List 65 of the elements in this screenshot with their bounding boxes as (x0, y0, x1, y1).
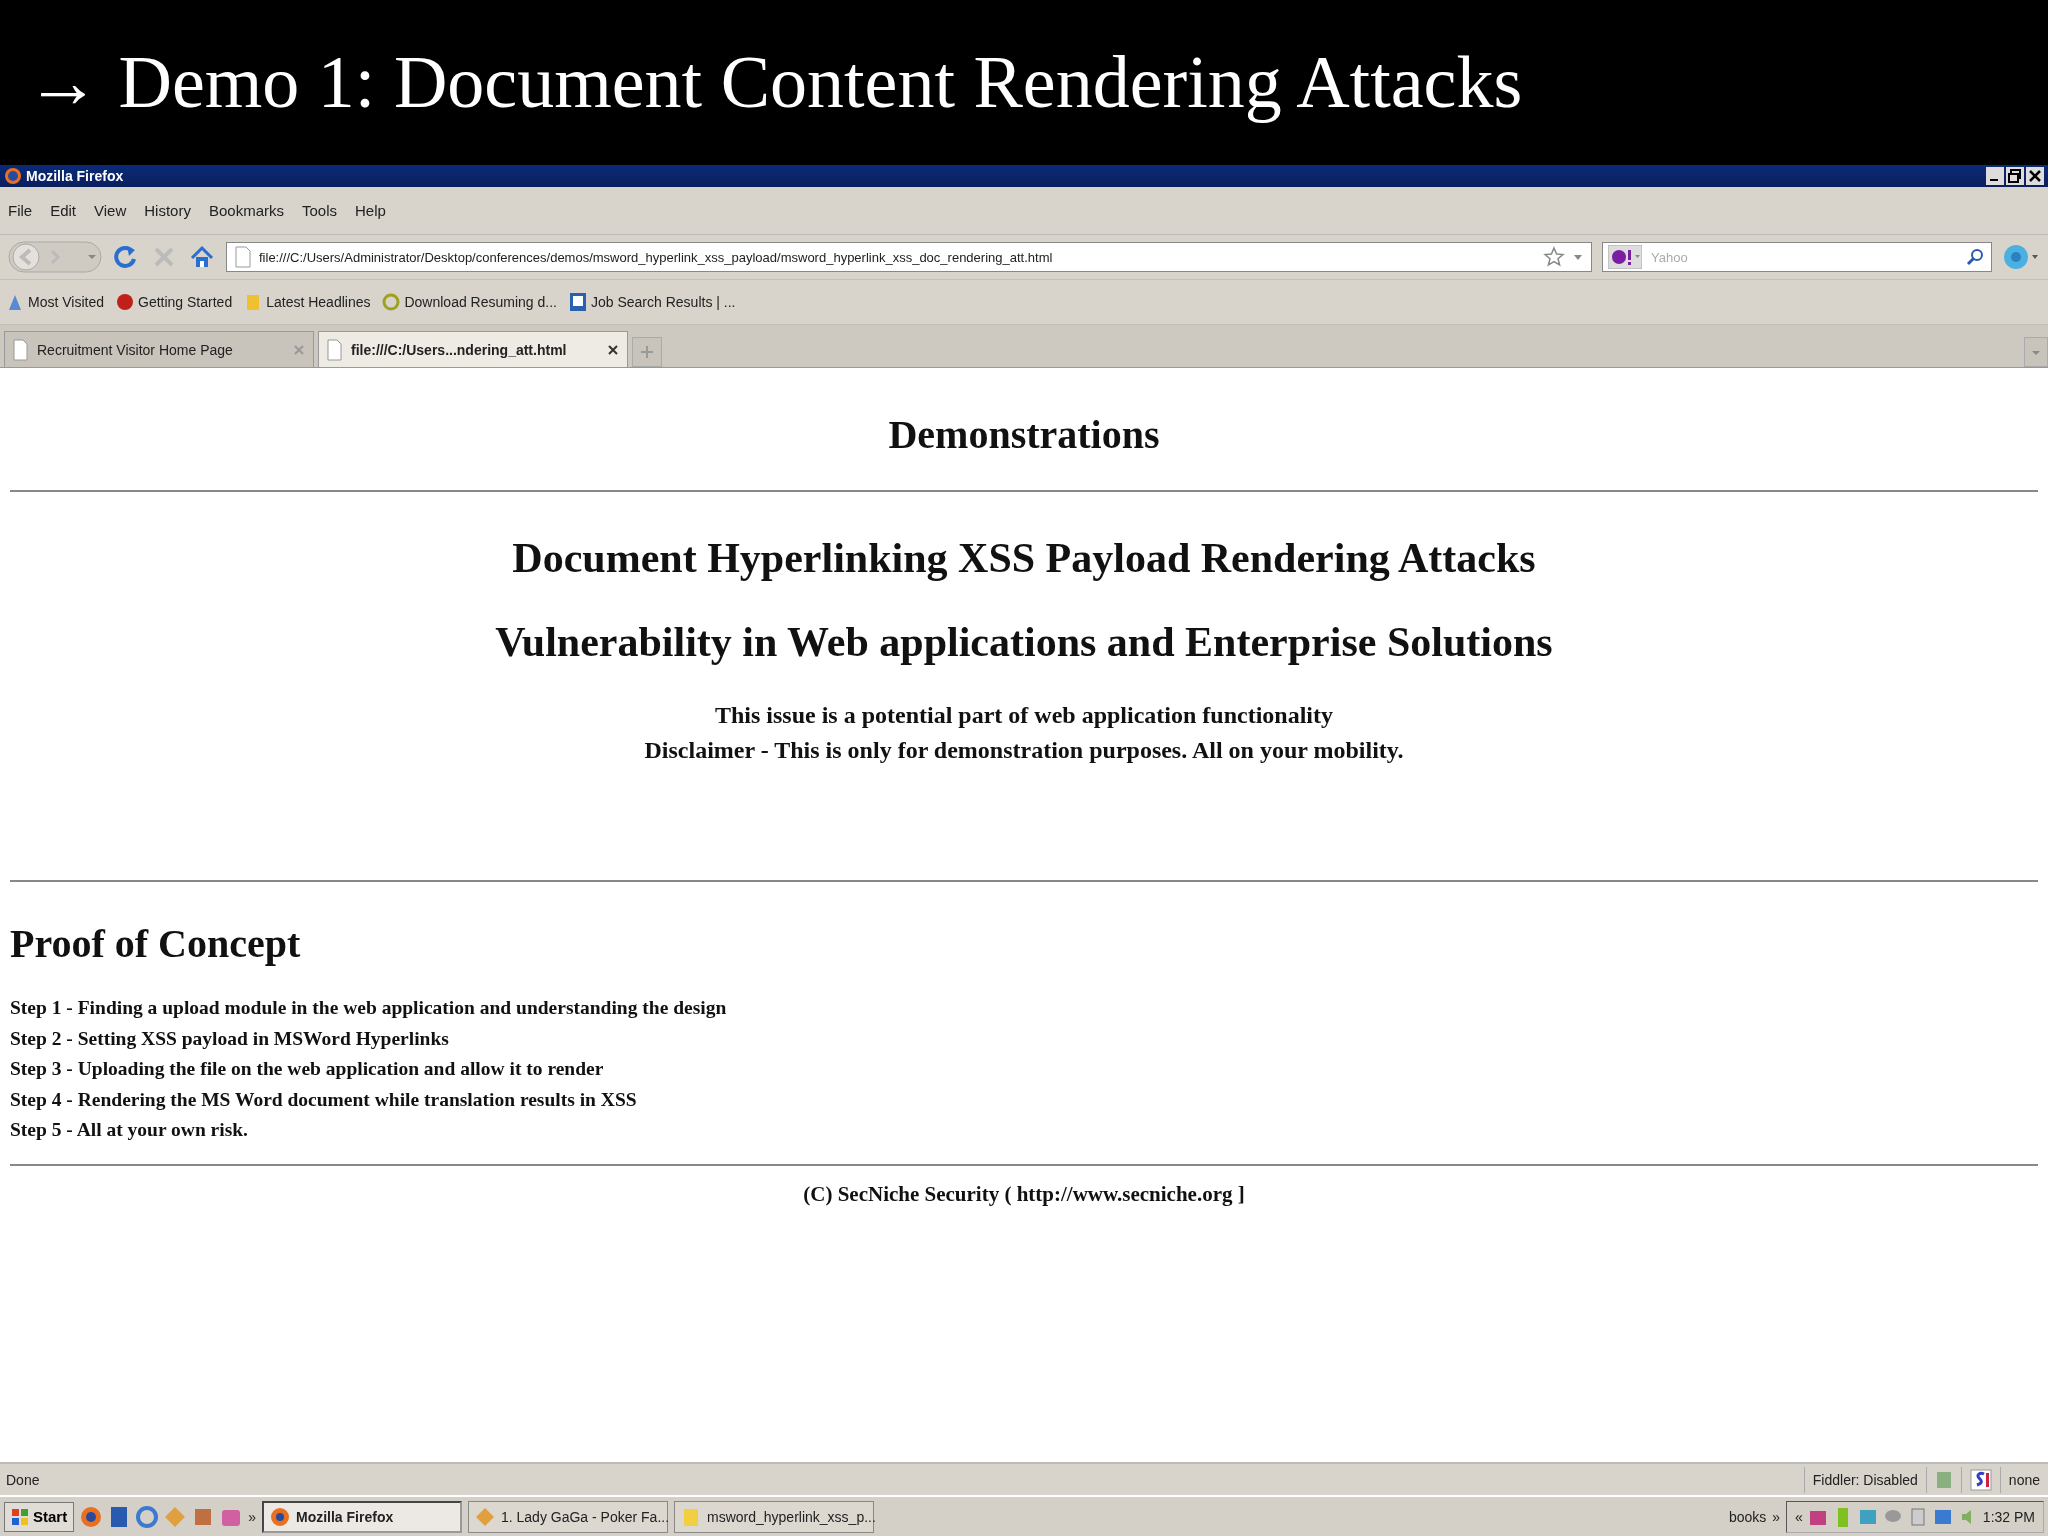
ring-icon (382, 292, 401, 312)
section-heading: Proof of Concept (10, 920, 302, 967)
window-title: Mozilla Firefox (26, 168, 125, 184)
menu-item[interactable]: Tools (302, 202, 337, 219)
menu-item[interactable]: File (8, 202, 33, 219)
bookmark-link[interactable]: Latest Headlines (244, 292, 371, 312)
step-text: Step 4 - Rendering the MS Word document while translation results in XSS (10, 1087, 638, 1112)
restore-icon[interactable] (2006, 167, 2024, 185)
step-text: Step 3 - Uploading the file on the web application and allow it to render (10, 1057, 605, 1081)
menu-item[interactable]: Help (355, 202, 386, 219)
status-panel: none (1999, 1466, 2048, 1493)
firefox-icon[interactable] (80, 1505, 103, 1528)
more-button[interactable]: » (1772, 1508, 1781, 1525)
start-button[interactable]: Start (4, 1501, 75, 1532)
more-button[interactable]: » (248, 1508, 256, 1525)
taskbar-button[interactable]: msword_hyperlink_xss_p... (674, 1500, 874, 1533)
page-icon (569, 292, 587, 312)
dropdown-icon[interactable] (1573, 252, 1583, 262)
page-icon (235, 246, 251, 268)
page-title: Vulnerability in Web applications and Enterprise Solutions (494, 618, 1554, 666)
clock: 1:32 PM (1982, 1508, 2035, 1525)
ring-icon[interactable] (136, 1505, 159, 1528)
menu-item[interactable]: Bookmarks (208, 202, 284, 219)
search-field[interactable]: Yahoo (1602, 242, 1992, 272)
bookmark-link[interactable]: Most Visited (6, 292, 104, 312)
bookmark-link[interactable]: Download Resuming d... (382, 292, 557, 312)
diamond-icon (475, 1506, 495, 1527)
step-text: Step 2 - Setting XSS payload in MSWord Hyperlinks (10, 1026, 450, 1051)
taskbar-button[interactable]: Mozilla Firefox (262, 1500, 462, 1533)
close-icon[interactable] (607, 343, 619, 356)
notice-text: Disclaimer - This is only for demonstration purposes. All on your mobility. (644, 736, 1404, 765)
new-tab-button[interactable] (632, 337, 662, 367)
step-text: Step 5 - All at your own risk. (10, 1118, 249, 1142)
folder-icon (681, 1506, 701, 1527)
firefox-icon (4, 167, 22, 185)
step-text: Step 1 - Finding a upload module in the web application and understanding the design (10, 996, 728, 1020)
page-icon (327, 338, 343, 361)
expand-button[interactable]: « (1795, 1508, 1803, 1525)
close-icon[interactable] (2026, 167, 2044, 185)
page-icon (13, 338, 29, 361)
browser-tab[interactable]: Recruitment Visitor Home Page (4, 331, 314, 367)
search-icon[interactable] (1966, 248, 1984, 266)
footer-text: (C) SecNiche Security ( http://www.secniche.org ] (802, 1181, 1246, 1207)
browser-tab[interactable]: file:///C:/Users...ndering_att.html (318, 331, 628, 367)
diamond-icon[interactable] (164, 1505, 187, 1528)
back-forward-button[interactable] (8, 239, 102, 275)
search-engine-icon[interactable] (1608, 245, 1642, 269)
bookmark-link[interactable]: Getting Started (116, 292, 233, 312)
bookmark-link[interactable]: Job Search Results | ... (569, 292, 736, 312)
address-bar[interactable]: file:///C:/Users/Administrator/Desktop/conferences/demos/msword_hyperlink_xss_payload/msword_hyperlink_xss_doc_rendering_att.html (226, 242, 1592, 272)
status-text: Done (6, 1471, 41, 1488)
status-panel: Fiddler: Disabled (1803, 1466, 1926, 1493)
windows-logo-icon (11, 1506, 29, 1527)
minimize-icon[interactable] (1986, 167, 2004, 185)
page-heading: Demonstrations (887, 411, 1161, 458)
page-title: Document Hyperlinking XSS Payload Rendering Attacks (511, 534, 1537, 582)
slide-title: → Demo 1: Document Content Rendering Attacks (26, 40, 1523, 125)
notice-text: This issue is a potential part of web application functionality (714, 701, 1334, 730)
firefox-icon (270, 1506, 290, 1527)
menu-item[interactable]: History (144, 202, 191, 219)
menu-item[interactable]: Edit (50, 202, 77, 219)
star-icon[interactable] (1543, 246, 1565, 268)
taskbar-button[interactable]: 1. Lady GaGa - Poker Fa... (468, 1500, 668, 1533)
menu-item[interactable]: View (94, 202, 127, 219)
toolbar-label: books (1728, 1508, 1767, 1525)
